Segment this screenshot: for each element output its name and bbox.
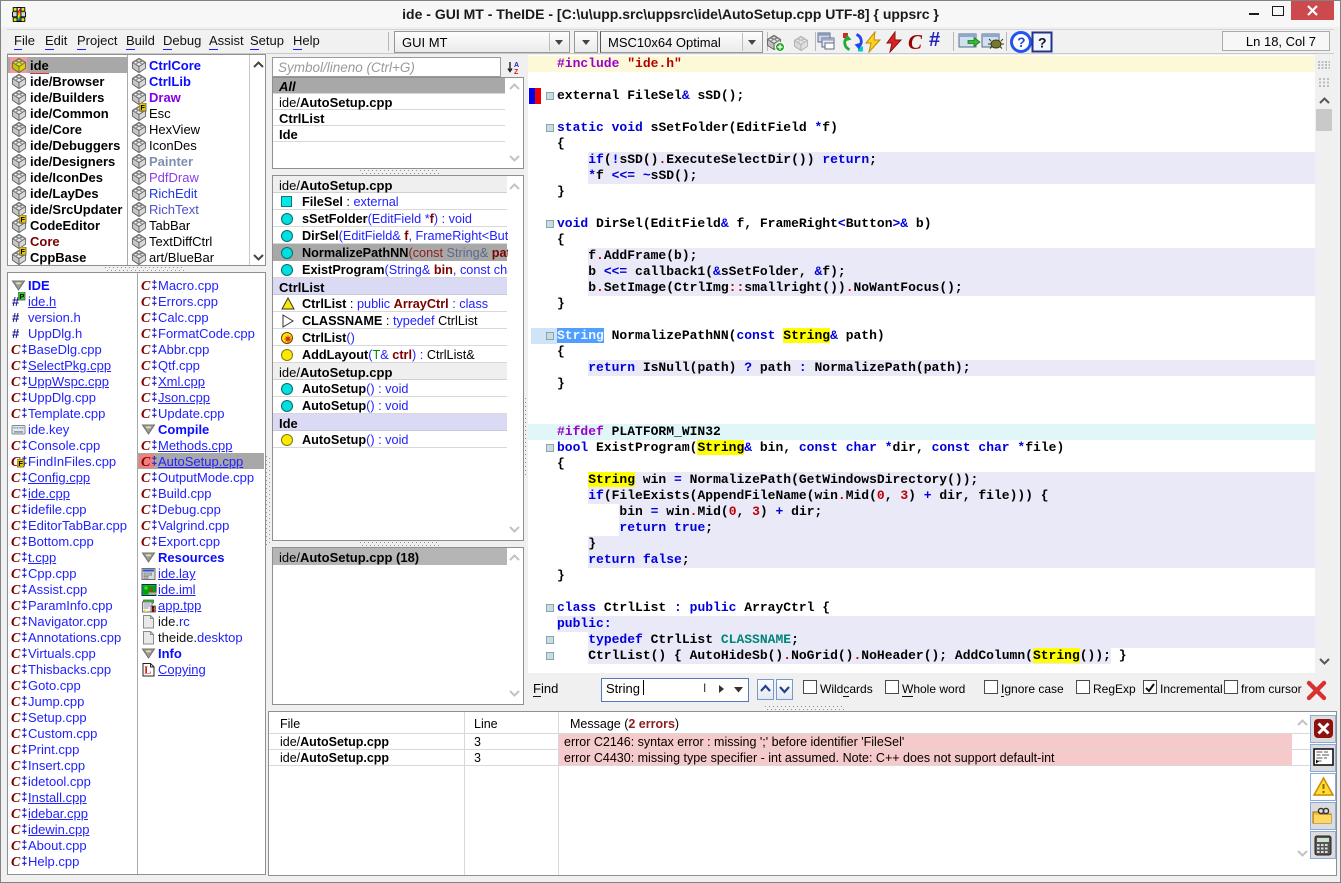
- svg-text:Z: Z: [514, 69, 519, 75]
- svg-text:A: A: [514, 62, 519, 69]
- svg-text:?: ?: [1017, 35, 1025, 50]
- svg-text:?: ?: [1038, 35, 1047, 51]
